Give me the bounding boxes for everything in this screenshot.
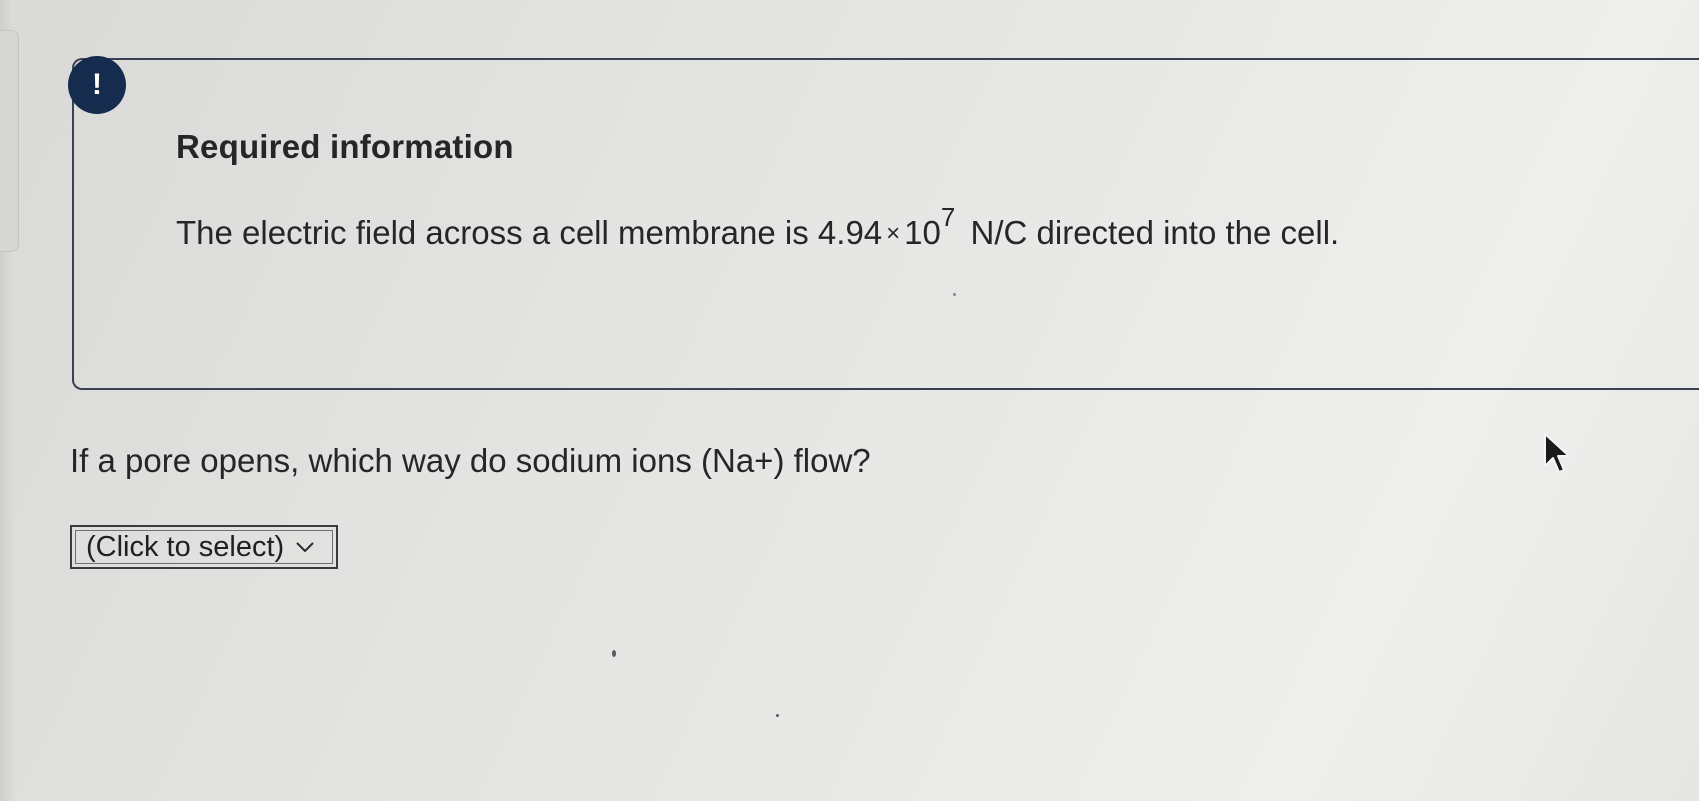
alert-icon: ! — [68, 56, 126, 114]
mouse-pointer-icon — [1544, 433, 1570, 473]
statement-text-before: The electric field across a cell membran… — [176, 214, 809, 251]
answer-dropdown-value: (Click to select) — [86, 530, 285, 563]
field-base: 10 — [904, 214, 941, 251]
field-mantissa: 4.94 — [817, 214, 883, 251]
alert-icon-symbol: ! — [92, 68, 102, 101]
screen-speck — [612, 650, 616, 657]
problem-statement: The electric field across a cell membran… — [176, 202, 1340, 252]
statement-text-after: N/C directed into the cell. — [970, 214, 1340, 251]
question-text: If a pore opens, which way do sodium ion… — [70, 442, 871, 479]
chevron-down-icon — [296, 542, 314, 553]
screen-speck — [776, 714, 779, 717]
times-sign: × — [886, 220, 901, 247]
screen-speck — [953, 293, 956, 296]
field-exponent: 7 — [940, 202, 956, 232]
answer-dropdown[interactable]: (Click to select) — [70, 525, 338, 569]
side-tab — [0, 30, 19, 252]
answer-dropdown-inner[interactable]: (Click to select) — [75, 530, 333, 564]
required-info-title: Required information — [176, 128, 514, 165]
